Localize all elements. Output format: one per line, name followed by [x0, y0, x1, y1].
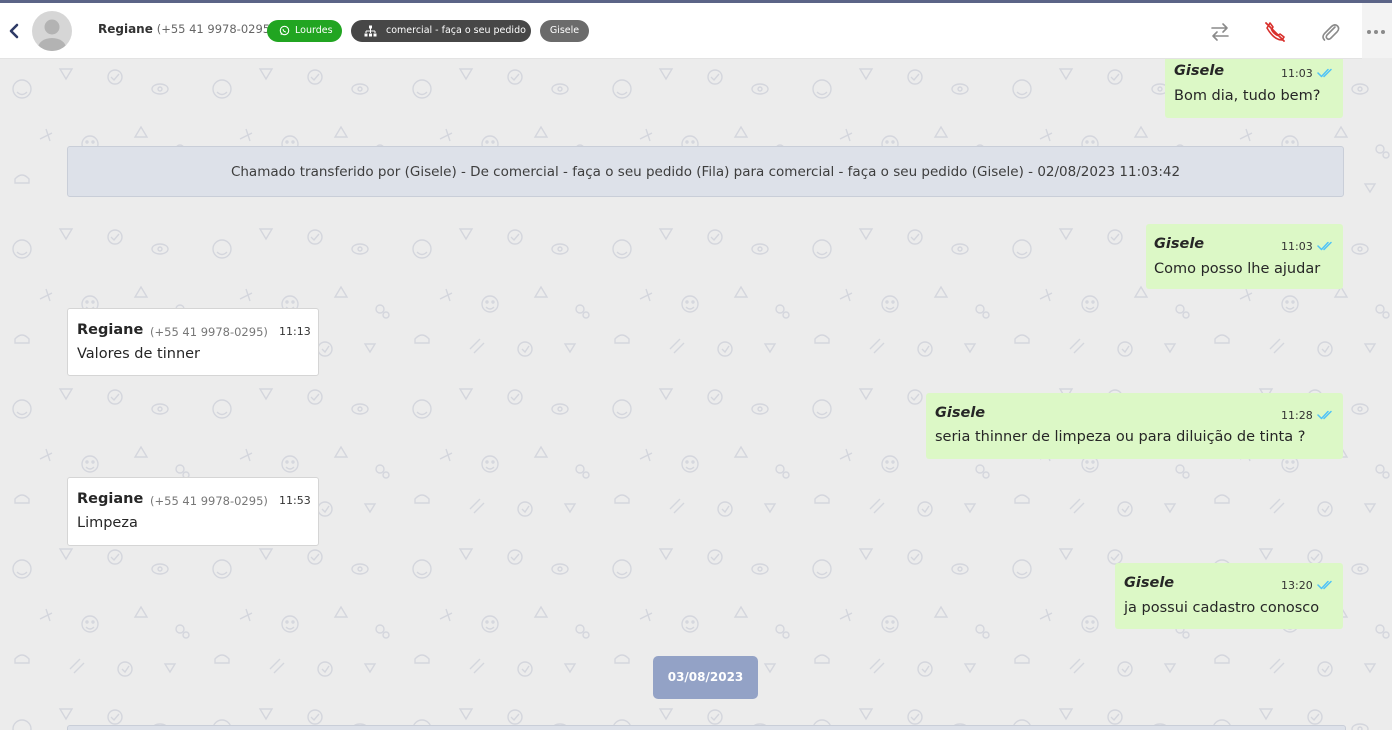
avatar-icon — [38, 19, 66, 51]
header-scroll-area — [1362, 3, 1392, 58]
message-time: 13:20 — [1281, 579, 1313, 592]
message-time: 11:53 — [279, 494, 311, 507]
contact-name: Regiane — [98, 22, 153, 36]
whatsapp-badge-label: Lourdes — [295, 25, 333, 36]
chevron-left-icon[interactable] — [6, 21, 22, 41]
chat-window: Regiane (+55 41 9978-0295) Lourdes comer… — [0, 0, 1392, 730]
transfer-icon[interactable] — [1208, 20, 1232, 44]
sender-phone: (+55 41 9978-0295) — [150, 494, 268, 508]
message-text: Como posso lhe ajudar — [1154, 261, 1321, 277]
transfer-notice: Chamado transferido por (Gisele) - De co… — [67, 146, 1344, 197]
message-time: 11:03 — [1281, 67, 1313, 80]
outgoing-message[interactable]: Gisele 11:28 seria thinner de limpeza ou… — [926, 393, 1343, 459]
double-check-icon — [1317, 580, 1332, 590]
avatar[interactable] — [32, 11, 72, 51]
message-sender: Regiane — [77, 491, 144, 507]
sender-phone: (+55 41 9978-0295) — [150, 325, 268, 339]
incoming-message[interactable]: Regiane (+55 41 9978-0295) 11:53 Limpeza — [67, 477, 319, 546]
contact-info: Regiane (+55 41 9978-0295) — [98, 22, 275, 36]
queue-badge-label: comercial - faça o seu pedido — [386, 25, 526, 36]
outgoing-message[interactable]: Gisele 13:20 ja possui cadastro conosco — [1115, 563, 1343, 629]
message-sender: Gisele — [1154, 236, 1205, 252]
more-icon[interactable] — [1366, 29, 1386, 35]
hangup-icon[interactable] — [1263, 20, 1287, 44]
message-area[interactable]: Gisele 11:03 Bom dia, tudo bem? Chamado … — [0, 59, 1392, 730]
agent-badge[interactable]: Gisele — [540, 20, 589, 42]
date-divider: 03/08/2023 — [653, 656, 758, 699]
message-time: 11:03 — [1281, 240, 1313, 253]
message-sender: Regiane — [77, 322, 144, 338]
message-sender: Gisele — [935, 405, 986, 421]
contact-phone: (+55 41 9978-0295) — [156, 22, 275, 36]
message-time: 11:28 — [1281, 409, 1313, 422]
double-check-icon — [1317, 410, 1332, 420]
outgoing-message[interactable]: Gisele 11:03 Como posso lhe ajudar — [1146, 224, 1343, 289]
message-text: Valores de tinner — [77, 346, 201, 362]
chat-header: Regiane (+55 41 9978-0295) Lourdes comer… — [0, 3, 1362, 59]
whatsapp-icon — [279, 25, 290, 36]
next-notice-partial — [67, 725, 1346, 730]
message-sender: Gisele — [1124, 575, 1175, 591]
message-text: ja possui cadastro conosco — [1124, 600, 1320, 616]
paperclip-icon[interactable] — [1318, 20, 1342, 44]
outgoing-message[interactable]: Gisele 11:03 Bom dia, tudo bem? — [1165, 59, 1343, 118]
sitemap-icon — [364, 25, 377, 37]
queue-badge[interactable]: comercial - faça o seu pedido — [351, 20, 531, 42]
whatsapp-connection-badge[interactable]: Lourdes — [267, 20, 342, 42]
double-check-icon — [1317, 241, 1332, 251]
message-text: Limpeza — [77, 515, 138, 531]
message-text: Bom dia, tudo bem? — [1174, 88, 1321, 104]
message-time: 11:13 — [279, 325, 311, 338]
incoming-message[interactable]: Regiane (+55 41 9978-0295) 11:13 Valores… — [67, 308, 319, 376]
double-check-icon — [1317, 68, 1332, 78]
message-text: seria thinner de limpeza ou para diluiçã… — [935, 429, 1306, 445]
message-sender: Gisele — [1174, 63, 1225, 79]
